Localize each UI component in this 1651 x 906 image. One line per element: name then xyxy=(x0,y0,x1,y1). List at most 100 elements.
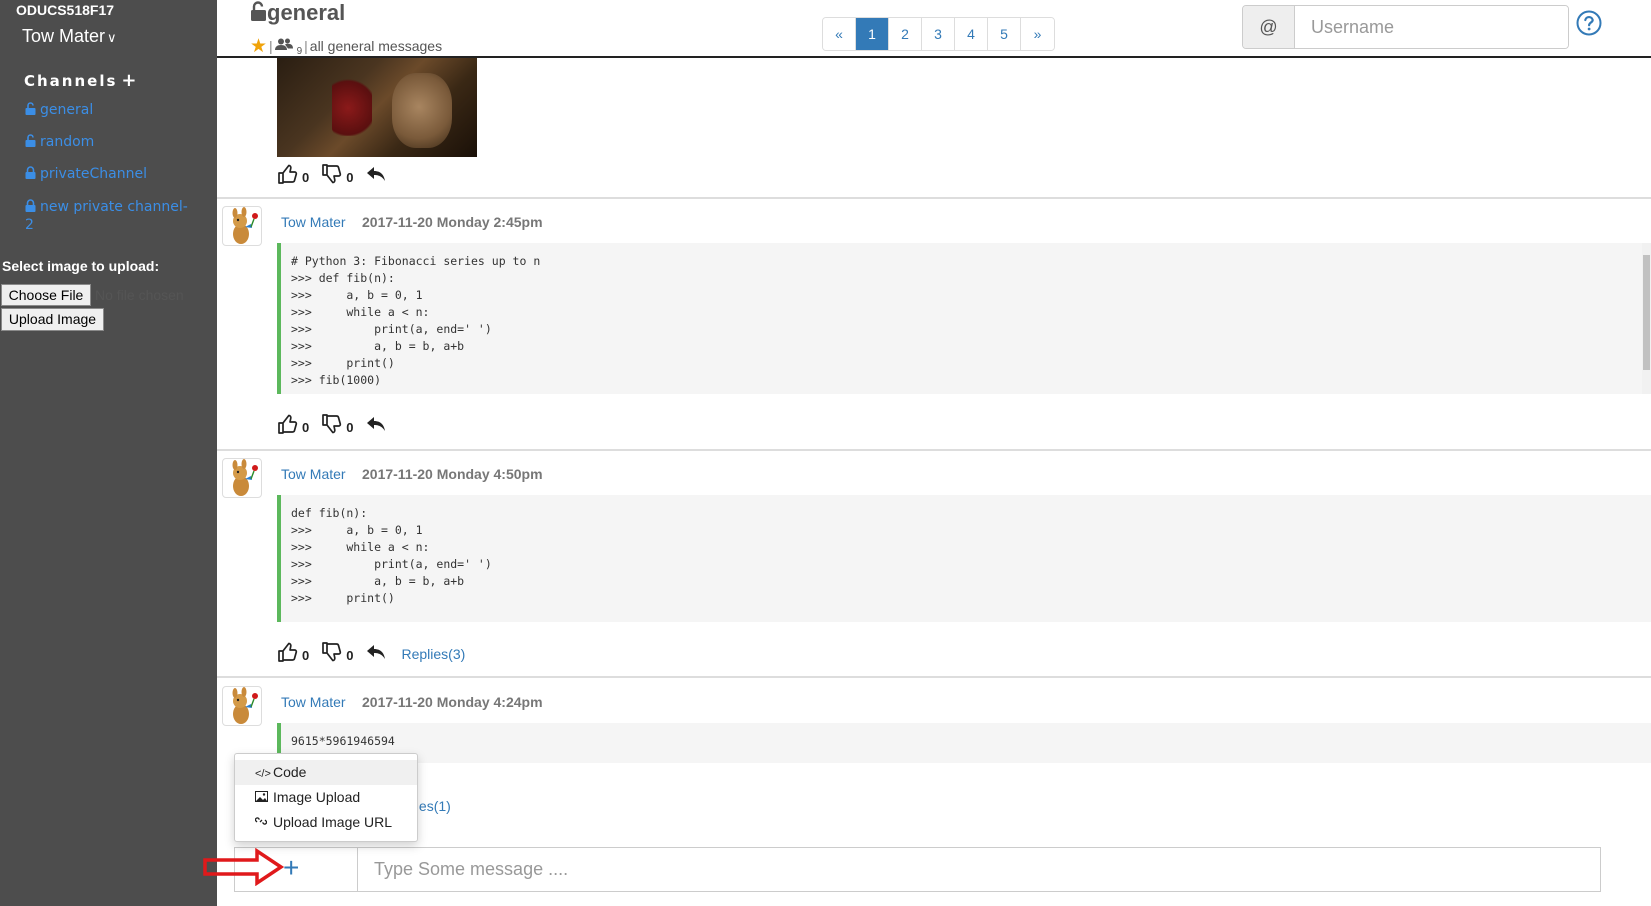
avatar-image xyxy=(232,687,258,724)
help-icon[interactable] xyxy=(1576,10,1602,36)
message-actions: 0 0 xyxy=(277,413,387,435)
page-next[interactable]: » xyxy=(1021,18,1054,50)
code-line: >>> print(a, end=' ') xyxy=(291,557,492,571)
code-line: # Python 3: Fibonacci series up to n xyxy=(291,254,541,268)
code-line: >>> a, b = b, a+b xyxy=(291,339,465,353)
code-block: 9615*5961946594 xyxy=(277,723,1651,763)
dislike-count: 0 xyxy=(346,419,354,435)
code-line: >>> print() xyxy=(291,356,395,370)
like-count: 0 xyxy=(302,647,310,663)
thumbs-down-icon[interactable] xyxy=(321,413,343,435)
code-line: >>> print() xyxy=(291,591,395,605)
avatar-image xyxy=(232,207,258,244)
thumbs-up-icon[interactable] xyxy=(277,413,299,435)
code-line: >>> while a < n: xyxy=(291,540,430,554)
code-scrollbar[interactable] xyxy=(1642,243,1651,394)
page-title: general xyxy=(250,0,345,26)
avatar[interactable] xyxy=(222,686,262,726)
page-prev[interactable]: « xyxy=(823,18,856,50)
sidebar-item-label: new private channel-2 xyxy=(25,199,188,233)
add-channel-icon[interactable]: + xyxy=(121,70,138,91)
user-menu[interactable]: Tow Mater ∨ xyxy=(22,26,117,47)
avatar[interactable] xyxy=(222,206,262,246)
sidebar: ODUCS518F17 Tow Mater ∨ Channels + general… xyxy=(0,0,217,906)
channel-header: general ★ | 9 | all general messages « 1 2 … xyxy=(217,0,1651,58)
menu-item-upload-image-url[interactable]: Upload Image URL xyxy=(235,810,417,835)
member-count: 9 xyxy=(296,46,303,57)
sidebar-item-random[interactable]: random xyxy=(25,133,195,151)
sidebar-item-label: general xyxy=(40,102,94,118)
sidebar-item-label: random xyxy=(40,134,95,150)
dislike-count: 0 xyxy=(346,647,354,663)
menu-item-code[interactable]: </> Code xyxy=(235,760,417,785)
star-icon[interactable]: ★ xyxy=(250,36,267,57)
avatar[interactable] xyxy=(222,458,262,498)
reply-icon[interactable] xyxy=(365,163,387,185)
unlock-icon xyxy=(251,1,266,21)
page-3[interactable]: 3 xyxy=(922,18,955,50)
channels-heading: Channels + xyxy=(24,70,139,91)
image-detail xyxy=(332,66,372,136)
channel-purpose: all general messages xyxy=(309,38,443,54)
page-5[interactable]: 5 xyxy=(988,18,1021,50)
workspace-name: ODUCS518F17 xyxy=(16,2,115,18)
reply-icon[interactable] xyxy=(365,641,387,663)
username-input[interactable] xyxy=(1295,6,1568,48)
thumbs-down-icon[interactable] xyxy=(321,641,343,663)
like-count: 0 xyxy=(302,169,310,185)
chevron-down-icon: ∨ xyxy=(107,30,117,45)
unlock-icon xyxy=(25,134,36,147)
dislike-count: 0 xyxy=(346,169,354,185)
sidebar-item-privatechannel[interactable]: privateChannel xyxy=(25,165,195,183)
message-input[interactable] xyxy=(358,848,1600,891)
menu-item-label: Code xyxy=(273,764,307,780)
thumbs-down-icon[interactable] xyxy=(321,163,343,185)
channel-meta: ★ | 9 | all general messages xyxy=(250,35,442,58)
sidebar-item-new-private-channel-2[interactable]: new private channel-2 xyxy=(25,198,195,234)
divider xyxy=(217,197,1651,199)
sidebar-item-general[interactable]: general xyxy=(25,101,195,119)
sidebar-item-label: privateChannel xyxy=(40,166,147,182)
message-author[interactable]: Tow Mater xyxy=(281,694,346,710)
code-line: >>> while a < n: xyxy=(291,305,430,319)
code-line: >>> def fib(n): xyxy=(291,271,395,285)
page-1[interactable]: 1 xyxy=(856,18,889,50)
scrollbar-thumb[interactable] xyxy=(1643,255,1650,370)
message-timestamp: 2017-11-20 Monday 4:24pm xyxy=(362,694,543,710)
message-author[interactable]: Tow Mater xyxy=(281,214,346,230)
annotation-arrow-icon xyxy=(203,848,285,886)
message-author[interactable]: Tow Mater xyxy=(281,466,346,482)
upload-image-button[interactable]: Upload Image xyxy=(1,308,104,331)
choose-file-button[interactable]: Choose File xyxy=(1,284,91,306)
page-4[interactable]: 4 xyxy=(955,18,988,50)
code-line: >>> print(a, end=' ') xyxy=(291,322,492,336)
unlock-icon xyxy=(25,102,36,115)
image-icon xyxy=(255,787,271,812)
users-icon[interactable] xyxy=(274,38,293,51)
replies-link[interactable]: Replies(3) xyxy=(401,646,465,662)
divider: | xyxy=(269,38,273,54)
message-actions: 0 0 xyxy=(277,163,387,185)
image-detail xyxy=(392,73,452,148)
message-composer: + xyxy=(234,847,1601,892)
menu-item-label: Upload Image URL xyxy=(273,814,393,830)
code-line: >>> fib(1000) xyxy=(291,373,382,387)
divider: | xyxy=(304,38,308,54)
avatar-image xyxy=(232,459,258,496)
thumbs-up-icon[interactable] xyxy=(277,163,299,185)
message-timestamp: 2017-11-20 Monday 4:50pm xyxy=(362,466,543,482)
code-line: 9615*5961946594 xyxy=(291,734,395,748)
divider xyxy=(217,676,1651,678)
message-actions: 0 0 Replies(3) xyxy=(277,641,465,663)
username-search: @ xyxy=(1242,5,1569,49)
thumbs-up-icon[interactable] xyxy=(277,641,299,663)
menu-item-image-upload[interactable]: Image Upload xyxy=(235,785,417,810)
page-2[interactable]: 2 xyxy=(889,18,922,50)
menu-item-label: Image Upload xyxy=(273,789,361,805)
upload-label: Select image to upload: xyxy=(2,258,160,274)
reply-icon[interactable] xyxy=(365,413,387,435)
pagination: « 1 2 3 4 5 » xyxy=(822,17,1055,51)
user-name-label: Tow Mater xyxy=(22,26,106,46)
image-attachment[interactable] xyxy=(277,58,477,157)
no-file-text: No file chosen xyxy=(95,287,184,303)
